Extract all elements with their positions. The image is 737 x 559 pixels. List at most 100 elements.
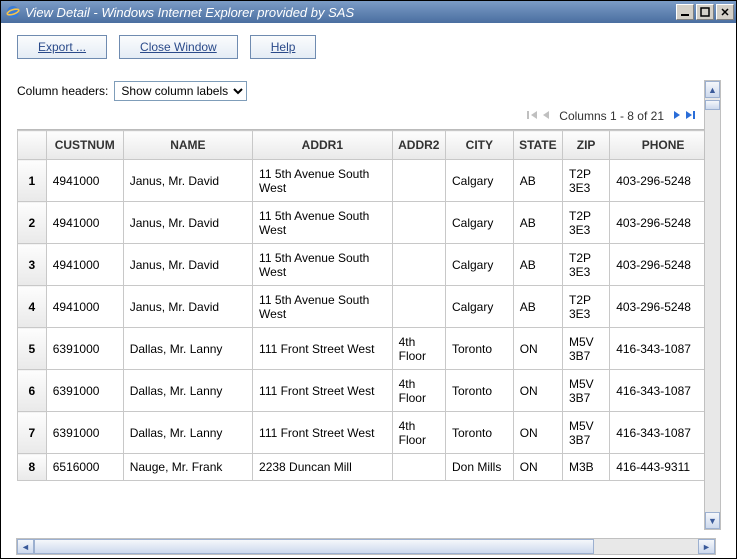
cell-city: Calgary bbox=[445, 202, 513, 244]
cell-addr2 bbox=[392, 160, 445, 202]
table-row[interactable]: 76391000Dallas, Mr. Lanny111 Front Stree… bbox=[18, 412, 717, 454]
horizontal-scroll-thumb[interactable] bbox=[34, 539, 594, 554]
cell-city: Toronto bbox=[445, 412, 513, 454]
col-zip[interactable]: ZIP bbox=[562, 131, 609, 160]
window-titlebar: View Detail - Windows Internet Explorer … bbox=[1, 1, 736, 23]
cell-state: ON bbox=[513, 412, 562, 454]
cell-zip: M5V 3B7 bbox=[562, 370, 609, 412]
cell-zip: M3B bbox=[562, 454, 609, 481]
toolbar: Export ... Close Window Help bbox=[17, 35, 720, 59]
cell-city: Toronto bbox=[445, 370, 513, 412]
cell-city: Calgary bbox=[445, 286, 513, 328]
col-addr2[interactable]: ADDR2 bbox=[392, 131, 445, 160]
minimize-button[interactable] bbox=[676, 4, 694, 20]
first-columns-icon[interactable] bbox=[527, 109, 539, 123]
scroll-right-icon[interactable]: ► bbox=[698, 539, 715, 554]
prev-columns-icon[interactable] bbox=[541, 109, 551, 123]
table-header-row: CUSTNUM NAME ADDR1 ADDR2 CITY STATE ZIP … bbox=[18, 131, 717, 160]
cell-state: AB bbox=[513, 160, 562, 202]
cell-phone: 403-296-5248 bbox=[610, 202, 717, 244]
cell-phone: 416-443-9311 bbox=[610, 454, 717, 481]
table-row[interactable]: 66391000Dallas, Mr. Lanny111 Front Stree… bbox=[18, 370, 717, 412]
cell-addr1: 11 5th Avenue South West bbox=[253, 286, 393, 328]
cell-addr2: 4th Floor bbox=[392, 328, 445, 370]
cell-addr1: 11 5th Avenue South West bbox=[253, 244, 393, 286]
rownum: 1 bbox=[18, 160, 47, 202]
horizontal-scrollbar[interactable]: ◄ ► bbox=[16, 538, 716, 555]
col-addr1[interactable]: ADDR1 bbox=[253, 131, 393, 160]
col-phone[interactable]: PHONE bbox=[610, 131, 717, 160]
cell-name: Janus, Mr. David bbox=[123, 244, 252, 286]
rownum: 7 bbox=[18, 412, 47, 454]
table-row[interactable]: 86516000Nauge, Mr. Frank2238 Duncan Mill… bbox=[18, 454, 717, 481]
cell-name: Janus, Mr. David bbox=[123, 286, 252, 328]
cell-zip: T2P 3E3 bbox=[562, 160, 609, 202]
cell-addr1: 111 Front Street West bbox=[253, 370, 393, 412]
cell-phone: 416-343-1087 bbox=[610, 370, 717, 412]
scroll-down-icon[interactable]: ▼ bbox=[705, 512, 720, 529]
cell-state: ON bbox=[513, 454, 562, 481]
cell-phone: 403-296-5248 bbox=[610, 244, 717, 286]
cell-addr2: 4th Floor bbox=[392, 412, 445, 454]
cell-addr1: 111 Front Street West bbox=[253, 412, 393, 454]
cell-city: Toronto bbox=[445, 328, 513, 370]
table-row[interactable]: 44941000Janus, Mr. David11 5th Avenue So… bbox=[18, 286, 717, 328]
next-columns-icon[interactable] bbox=[672, 109, 682, 123]
scroll-left-icon[interactable]: ◄ bbox=[17, 539, 34, 554]
cell-addr2 bbox=[392, 286, 445, 328]
close-button[interactable] bbox=[716, 4, 734, 20]
rownum: 5 bbox=[18, 328, 47, 370]
cell-state: ON bbox=[513, 370, 562, 412]
cell-addr2: 4th Floor bbox=[392, 370, 445, 412]
close-window-button[interactable]: Close Window bbox=[119, 35, 238, 59]
cell-addr2 bbox=[392, 202, 445, 244]
help-button[interactable]: Help bbox=[250, 35, 317, 59]
col-rownum[interactable] bbox=[18, 131, 47, 160]
col-custnum[interactable]: CUSTNUM bbox=[46, 131, 123, 160]
col-state[interactable]: STATE bbox=[513, 131, 562, 160]
cell-custnum: 6516000 bbox=[46, 454, 123, 481]
maximize-button[interactable] bbox=[696, 4, 714, 20]
cell-addr2 bbox=[392, 244, 445, 286]
cell-city: Calgary bbox=[445, 160, 513, 202]
cell-custnum: 6391000 bbox=[46, 370, 123, 412]
cell-custnum: 4941000 bbox=[46, 286, 123, 328]
cell-custnum: 4941000 bbox=[46, 202, 123, 244]
vertical-scrollbar[interactable]: ▲ ▼ bbox=[704, 80, 721, 530]
cell-addr1: 11 5th Avenue South West bbox=[253, 160, 393, 202]
cell-state: ON bbox=[513, 328, 562, 370]
cell-phone: 403-296-5248 bbox=[610, 286, 717, 328]
table-row[interactable]: 14941000Janus, Mr. David11 5th Avenue So… bbox=[18, 160, 717, 202]
cell-name: Dallas, Mr. Lanny bbox=[123, 328, 252, 370]
cell-custnum: 4941000 bbox=[46, 160, 123, 202]
col-name[interactable]: NAME bbox=[123, 131, 252, 160]
cell-zip: T2P 3E3 bbox=[562, 286, 609, 328]
last-columns-icon[interactable] bbox=[684, 109, 696, 123]
cell-city: Calgary bbox=[445, 244, 513, 286]
column-headers-select[interactable]: Show column labels bbox=[114, 81, 247, 101]
table-row[interactable]: 24941000Janus, Mr. David11 5th Avenue So… bbox=[18, 202, 717, 244]
cell-name: Janus, Mr. David bbox=[123, 160, 252, 202]
vertical-scroll-thumb[interactable] bbox=[705, 100, 720, 110]
cell-city: Don Mills bbox=[445, 454, 513, 481]
col-city[interactable]: CITY bbox=[445, 131, 513, 160]
table-row[interactable]: 34941000Janus, Mr. David11 5th Avenue So… bbox=[18, 244, 717, 286]
cell-phone: 416-343-1087 bbox=[610, 328, 717, 370]
cell-addr1: 2238 Duncan Mill bbox=[253, 454, 393, 481]
cell-state: AB bbox=[513, 244, 562, 286]
cell-addr2 bbox=[392, 454, 445, 481]
cell-phone: 403-296-5248 bbox=[610, 160, 717, 202]
column-headers-label: Column headers: bbox=[17, 84, 108, 98]
cell-zip: T2P 3E3 bbox=[562, 244, 609, 286]
data-table: CUSTNUM NAME ADDR1 ADDR2 CITY STATE ZIP … bbox=[17, 130, 717, 481]
cell-addr1: 11 5th Avenue South West bbox=[253, 202, 393, 244]
export-button[interactable]: Export ... bbox=[17, 35, 107, 59]
cell-custnum: 4941000 bbox=[46, 244, 123, 286]
ie-icon bbox=[5, 4, 21, 20]
cell-name: Janus, Mr. David bbox=[123, 202, 252, 244]
cell-phone: 416-343-1087 bbox=[610, 412, 717, 454]
column-pager-text: Columns 1 - 8 of 21 bbox=[559, 109, 664, 123]
table-row[interactable]: 56391000Dallas, Mr. Lanny111 Front Stree… bbox=[18, 328, 717, 370]
scroll-up-icon[interactable]: ▲ bbox=[705, 81, 720, 98]
window-title: View Detail - Windows Internet Explorer … bbox=[25, 5, 676, 20]
